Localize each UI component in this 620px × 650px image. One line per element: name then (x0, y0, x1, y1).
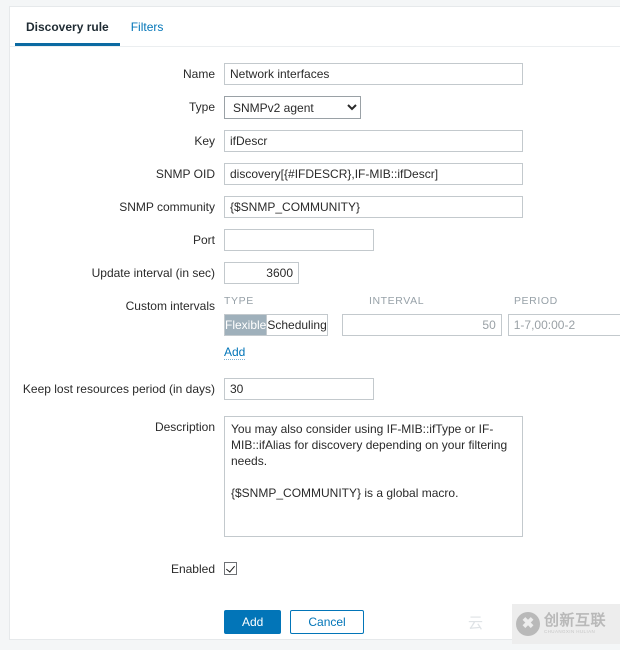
tab-discovery-rule[interactable]: Discovery rule (15, 7, 120, 46)
custom-intervals-header-type: TYPE (224, 295, 254, 307)
form-row-description: Description You may also consider using … (10, 416, 620, 540)
description-textarea[interactable]: You may also consider using IF-MIB::ifTy… (224, 416, 523, 537)
custom-intervals-table: TYPE INTERVAL PERIOD Flexible Scheduling… (224, 295, 620, 360)
tab-filters[interactable]: Filters (120, 7, 175, 46)
watermark-badge: ✖ 创新互联 CHUANGXIN HULIAN (512, 604, 620, 644)
watermark-brand-cn: 创新互联 (544, 612, 607, 630)
type-select[interactable]: SNMPv2 agent (224, 96, 361, 119)
add-interval-link[interactable]: Add (224, 345, 246, 360)
add-button[interactable]: Add (224, 610, 282, 634)
description-label: Description (154, 420, 215, 434)
watermark-cloud-text: 云 (468, 615, 485, 632)
discovery-rule-form: Name Type SNMPv2 agent Key SNMP OID (10, 47, 620, 634)
tab-discovery-rule-label: Discovery rule (26, 20, 109, 34)
form-row-type: Type SNMPv2 agent (10, 96, 620, 119)
form-row-custom-intervals: Custom intervals TYPE INTERVAL PERIOD Fl… (10, 295, 620, 360)
interval-delay-input[interactable] (341, 314, 502, 336)
tab-bar-divider (10, 46, 620, 47)
update-interval-input[interactable] (224, 262, 299, 284)
port-label: Port (192, 233, 215, 247)
interval-period-input[interactable] (507, 314, 620, 336)
watermark-brand-en: CHUANGXIN HULIAN (544, 629, 596, 635)
form-row-port: Port (10, 229, 620, 251)
keep-lost-input[interactable] (224, 378, 374, 400)
update-interval-label: Update interval (in sec) (91, 266, 215, 280)
custom-intervals-row: Flexible Scheduling (224, 314, 620, 336)
keep-lost-label: Keep lost resources period (in days) (22, 382, 215, 396)
name-input[interactable] (224, 63, 523, 85)
name-label: Name (182, 67, 215, 81)
custom-intervals-header-interval: INTERVAL (368, 295, 425, 307)
custom-intervals-header-period: PERIOD (513, 295, 558, 307)
discovery-rule-panel: Discovery rule Filters Name Type SNMPv2 … (9, 6, 620, 640)
key-label: Key (194, 134, 215, 148)
key-input[interactable] (224, 130, 523, 152)
tab-filters-label: Filters (130, 20, 164, 34)
form-row-name: Name (10, 63, 620, 85)
form-row-enabled: Enabled (10, 558, 620, 580)
form-row-keep-lost: Keep lost resources period (in days) (10, 378, 620, 400)
cancel-button[interactable]: Cancel (290, 610, 364, 634)
enabled-label: Enabled (170, 562, 215, 576)
type-label: Type (188, 100, 215, 114)
enabled-checkbox[interactable] (224, 562, 237, 575)
tab-bar: Discovery rule Filters (10, 7, 620, 47)
form-row-key: Key (10, 130, 620, 152)
port-input[interactable] (224, 229, 374, 251)
custom-intervals-label: Custom intervals (125, 299, 215, 313)
snmp-oid-input[interactable] (224, 163, 523, 185)
snmp-community-input[interactable] (224, 196, 523, 218)
custom-intervals-header-row: TYPE INTERVAL PERIOD (224, 295, 620, 314)
interval-type-toggle[interactable]: Flexible Scheduling (224, 314, 328, 336)
interval-type-option-flexible[interactable]: Flexible (225, 315, 267, 335)
snmp-community-label: SNMP community (119, 200, 215, 214)
form-row-update-interval: Update interval (in sec) (10, 262, 620, 284)
form-row-snmp-oid: SNMP OID (10, 163, 620, 185)
watermark-brand: 创新互联 CHUANGXIN HULIAN (544, 613, 606, 635)
snmp-oid-label: SNMP OID (155, 167, 215, 181)
form-row-snmp-community: SNMP community (10, 196, 620, 218)
interval-type-option-scheduling[interactable]: Scheduling (266, 315, 327, 335)
watermark-x-icon: ✖ (516, 612, 540, 636)
